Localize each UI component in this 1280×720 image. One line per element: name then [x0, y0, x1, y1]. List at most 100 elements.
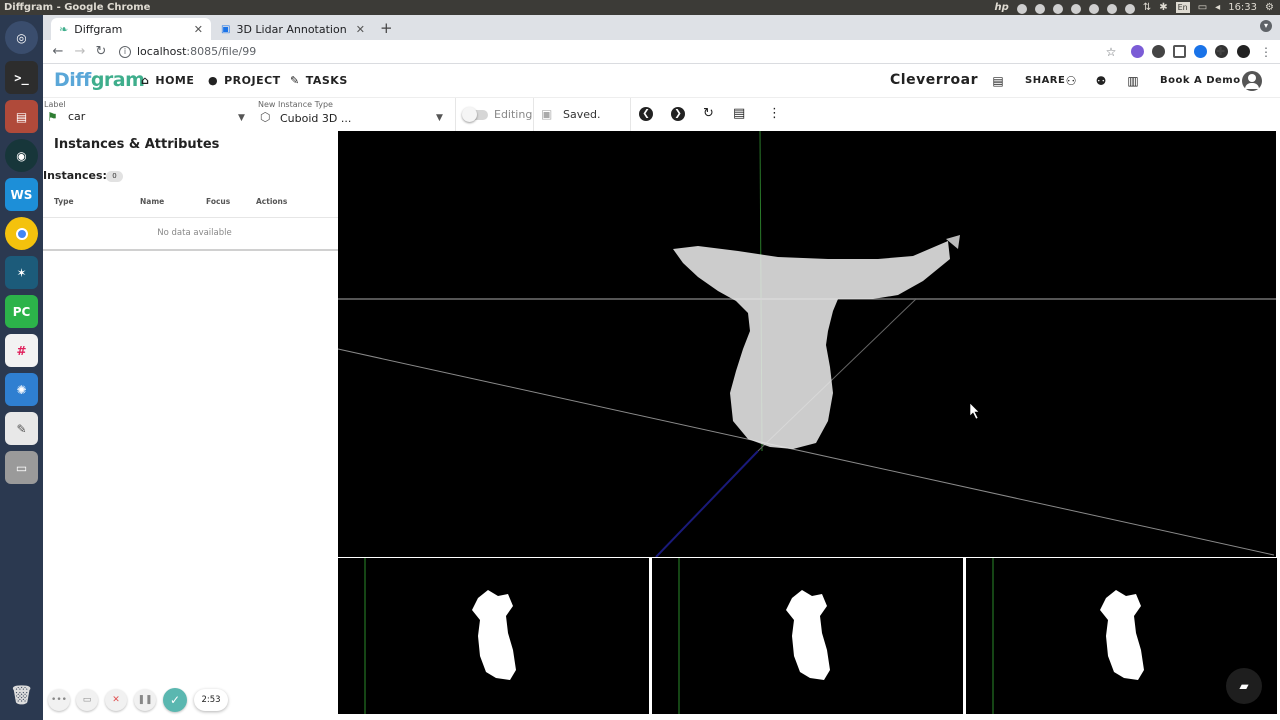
- org-name[interactable]: Cleverroar: [890, 72, 978, 88]
- extension-capture-icon[interactable]: [1173, 45, 1186, 58]
- profile-avatar-icon[interactable]: [1237, 45, 1250, 58]
- gitkraken-icon[interactable]: ◉: [5, 139, 38, 172]
- tab-diffgram[interactable]: ❧ Diffgram ✕: [51, 18, 211, 40]
- ubuntu-dash-icon[interactable]: ◎: [5, 21, 38, 54]
- chrome-icon[interactable]: [5, 217, 38, 250]
- billing-icon[interactable]: ▤: [990, 73, 1006, 89]
- text-editor-icon[interactable]: ✎: [5, 412, 38, 445]
- column-header-focus[interactable]: Focus: [206, 197, 230, 206]
- editing-label: Editing: [494, 108, 533, 121]
- drive-icon[interactable]: ▭: [5, 451, 38, 484]
- address-bar[interactable]: i localhost:8085/file/99: [113, 42, 1123, 62]
- camera-icon[interactable]: ▭: [76, 689, 98, 711]
- object-silhouette: [1100, 590, 1144, 680]
- divider: [455, 98, 456, 131]
- app-header: Diffgram ⌂ HOME ● PROJECT ✎ TASKS Cleverroa…: [43, 64, 1280, 98]
- update-icon[interactable]: [1016, 3, 1027, 14]
- finish-recording-icon[interactable]: ✓: [163, 688, 187, 712]
- refresh-icon[interactable]: ↻: [703, 106, 714, 121]
- volume-icon[interactable]: ◂: [1215, 0, 1220, 15]
- save-icon[interactable]: ▣: [541, 107, 552, 121]
- transfer-icon[interactable]: ⇅: [1143, 0, 1151, 15]
- trash-icon[interactable]: 🗑: [5, 679, 38, 712]
- share-button[interactable]: SHARE: [1025, 75, 1065, 86]
- pause-icon[interactable]: ❚❚: [134, 689, 156, 711]
- nav-tasks[interactable]: ✎ TASKS: [290, 74, 348, 87]
- folder-open-button[interactable]: ▰: [1226, 668, 1262, 704]
- files-icon[interactable]: ▤: [5, 100, 38, 133]
- tab-label: Diffgram: [74, 22, 123, 36]
- instance-type-select[interactable]: Cuboid 3D ...: [280, 112, 351, 125]
- lidar-3d-viewport[interactable]: [338, 131, 1276, 557]
- skype-icon[interactable]: [1070, 3, 1081, 14]
- extension-blue-icon[interactable]: [1194, 45, 1207, 58]
- object-silhouette: [472, 590, 516, 680]
- members-icon[interactable]: ⚉: [1093, 73, 1109, 89]
- column-header-actions[interactable]: Actions: [256, 197, 287, 206]
- divider: [533, 98, 534, 131]
- label-caption: Label: [44, 100, 66, 109]
- panel-title: Instances & Attributes: [54, 137, 220, 152]
- shield-icon[interactable]: [1088, 3, 1099, 14]
- divider: [43, 217, 338, 218]
- settings-icon[interactable]: [1052, 3, 1063, 14]
- extensions-puzzle-icon[interactable]: ✚: [1216, 45, 1229, 58]
- chrome-menu-icon[interactable]: ⋮: [1257, 43, 1275, 61]
- bookmark-star-icon[interactable]: ☆: [1102, 43, 1120, 61]
- docs-icon[interactable]: ▥: [1125, 73, 1141, 89]
- nav-project[interactable]: ● PROJECT: [208, 74, 281, 87]
- hp-icon[interactable]: hp: [995, 0, 1009, 15]
- nav-home[interactable]: ⌂ HOME: [141, 74, 194, 87]
- point-cloud-object: [673, 235, 960, 449]
- clock[interactable]: 16:33: [1228, 0, 1257, 15]
- chevron-down-icon[interactable]: ▼: [238, 113, 245, 123]
- extension-color-icon[interactable]: [1131, 45, 1144, 58]
- keyboard-shortcuts-icon[interactable]: ▤: [733, 106, 745, 121]
- site-info-icon[interactable]: i: [119, 46, 131, 58]
- settings-app-icon[interactable]: ✺: [5, 373, 38, 406]
- messages-icon[interactable]: [1106, 3, 1117, 14]
- back-button[interactable]: ←: [49, 43, 67, 61]
- saved-status: Saved.: [563, 108, 601, 121]
- forward-button[interactable]: →: [71, 43, 89, 61]
- share-people-icon[interactable]: ⚇: [1063, 73, 1079, 89]
- top-view-canvas[interactable]: [338, 558, 649, 714]
- editing-toggle[interactable]: [462, 107, 488, 122]
- tab-lidar-guide[interactable]: ▣ 3D Lidar Annotation Guid ✕: [213, 18, 373, 40]
- label-select[interactable]: car: [68, 110, 85, 123]
- power-icon[interactable]: ⚙: [1265, 0, 1274, 15]
- close-icon[interactable]: ✕: [356, 23, 365, 36]
- webstorm-icon[interactable]: WS: [5, 178, 38, 211]
- terminal-icon[interactable]: >_: [5, 61, 38, 94]
- diffgram-logo[interactable]: Diffgram: [54, 69, 145, 91]
- front-view-canvas[interactable]: [652, 558, 963, 714]
- mail-icon[interactable]: [1124, 3, 1135, 14]
- recorder-menu-button[interactable]: •••: [48, 689, 70, 711]
- bluetooth-icon[interactable]: ✱: [1159, 0, 1167, 15]
- close-icon[interactable]: ✕: [194, 23, 203, 36]
- account-avatar-icon[interactable]: [1242, 71, 1262, 91]
- instance-type-caption: New Instance Type: [258, 100, 333, 109]
- front-view[interactable]: [652, 558, 963, 714]
- next-file-button[interactable]: ❯: [671, 107, 685, 121]
- column-header-type[interactable]: Type: [54, 197, 74, 206]
- previous-file-button[interactable]: ❮: [639, 107, 653, 121]
- point-cloud-canvas[interactable]: [338, 131, 1276, 557]
- cancel-recording-icon[interactable]: ✕: [105, 689, 127, 711]
- top-view[interactable]: [338, 558, 649, 714]
- network-icon[interactable]: [1034, 3, 1045, 14]
- book-demo-link[interactable]: Book A Demo: [1160, 75, 1241, 86]
- chevron-down-icon[interactable]: ▼: [436, 113, 443, 123]
- app-icon[interactable]: ✶: [5, 256, 38, 289]
- pycharm-icon[interactable]: PC: [5, 295, 38, 328]
- reload-button[interactable]: ↻: [92, 43, 110, 61]
- column-header-name[interactable]: Name: [140, 197, 164, 206]
- keyboard-layout[interactable]: En: [1175, 2, 1190, 13]
- more-options-icon[interactable]: ⋮: [768, 106, 781, 121]
- new-tab-button[interactable]: +: [380, 19, 393, 37]
- extension-dark-icon[interactable]: [1152, 45, 1165, 58]
- battery-icon[interactable]: ▭: [1198, 0, 1207, 15]
- slack-icon[interactable]: #: [5, 334, 38, 367]
- tab-search-icon[interactable]: ▾: [1260, 20, 1272, 32]
- url-host: localhost: [137, 45, 187, 58]
